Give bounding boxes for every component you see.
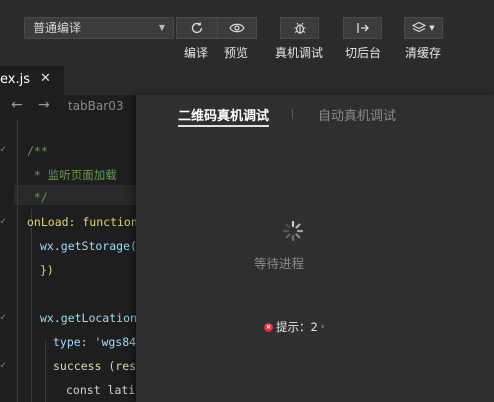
code-line: wx.getLocation( [40,311,144,325]
indent-guide [17,119,18,402]
code-text: type: 'wgs84' [53,335,144,349]
code-comment: /** [27,144,48,158]
hint-label: 提示：2 [276,320,318,334]
preview-label: 预览 [224,46,249,60]
toolbar: 普通编译 ▼ ▼ 编译 预览 真机调试 切后台 清缓存 [0,0,494,66]
back-arrow-icon[interactable]: ← [11,97,23,113]
code-comment: * 监听页面加载 [27,168,117,182]
code-comment: */ [27,190,48,204]
code-line: wx.getStorage({ [40,239,144,253]
forward-arrow-icon[interactable]: → [38,97,50,113]
code-line: success (res) [53,359,143,373]
file-tab-label: ex.js [0,72,30,87]
code-text: const latit [66,383,143,397]
tab-auto-remote-debug[interactable]: 自动真机调试 [318,105,396,124]
code-line: onLoad: function( [27,215,145,229]
indent-guide [45,339,46,402]
clear-cache-dropdown-icon: ▼ [429,24,435,32]
bug-icon [294,22,305,34]
waiting-status: 等待进程 [254,256,305,271]
fold-chevron-icon[interactable]: ✓ [0,216,6,227]
code-text: wx.getStorage({ [40,239,144,253]
compile-mode-select[interactable]: 普通编译 ▼ [24,17,174,39]
code-text: }) [40,263,54,277]
code-line: /** [27,144,48,158]
close-icon[interactable]: ✕ [40,71,51,86]
code-line: const latit [66,383,142,397]
clear-cache-button[interactable]: ▼ [404,17,443,39]
file-tab[interactable]: ex.js ✕ [0,66,64,95]
clear-cache-label: 清缓存 [405,46,442,60]
code-text: success (res) [53,359,144,373]
code-line: * 监听页面加载 [27,167,117,183]
code-text: wx.getLocation( [40,311,144,325]
refresh-icon [191,22,203,34]
eye-icon [229,23,245,33]
loading-spinner-icon [282,220,304,242]
compile-label: 编译 [184,46,209,60]
code-line: */ [27,190,48,204]
layers-icon [412,21,427,33]
chevron-right-icon: › [320,322,325,332]
tab-qr-remote-debug[interactable]: 二维码真机调试 [178,105,269,124]
code-line: type: 'wgs84' [53,335,143,349]
tab-divider [292,109,293,119]
breadcrumb[interactable]: tabBar03 [68,99,123,113]
indent-guide [31,209,32,402]
remote-debug-panel: 二维码真机调试 自动真机调试 等待进程 × 提示：2 › [136,95,494,402]
code-text: onLoad: function( [27,215,145,229]
background-label: 切后台 [345,46,382,60]
remote-debug-label: 真机调试 [275,46,324,60]
remote-debug-button[interactable] [280,17,319,39]
active-tab-underline [178,125,269,127]
background-button[interactable] [343,17,382,39]
compile-mode-value: 普通编译 [33,21,82,35]
hint-button[interactable]: × 提示：2 › [264,319,324,335]
switch-to-background-icon [356,23,369,33]
fold-chevron-icon[interactable]: ✓ [0,360,6,371]
chevron-down-icon: ▼ [158,23,165,32]
code-line: }) [40,263,54,277]
preview-button[interactable] [217,17,257,39]
file-tab-bar: ex.js ✕ [0,66,494,96]
compile-button[interactable] [176,17,217,39]
fold-chevron-icon[interactable]: ✓ [0,144,6,155]
alert-dot-icon: × [264,322,273,332]
fold-chevron-icon[interactable]: ✓ [0,312,6,323]
